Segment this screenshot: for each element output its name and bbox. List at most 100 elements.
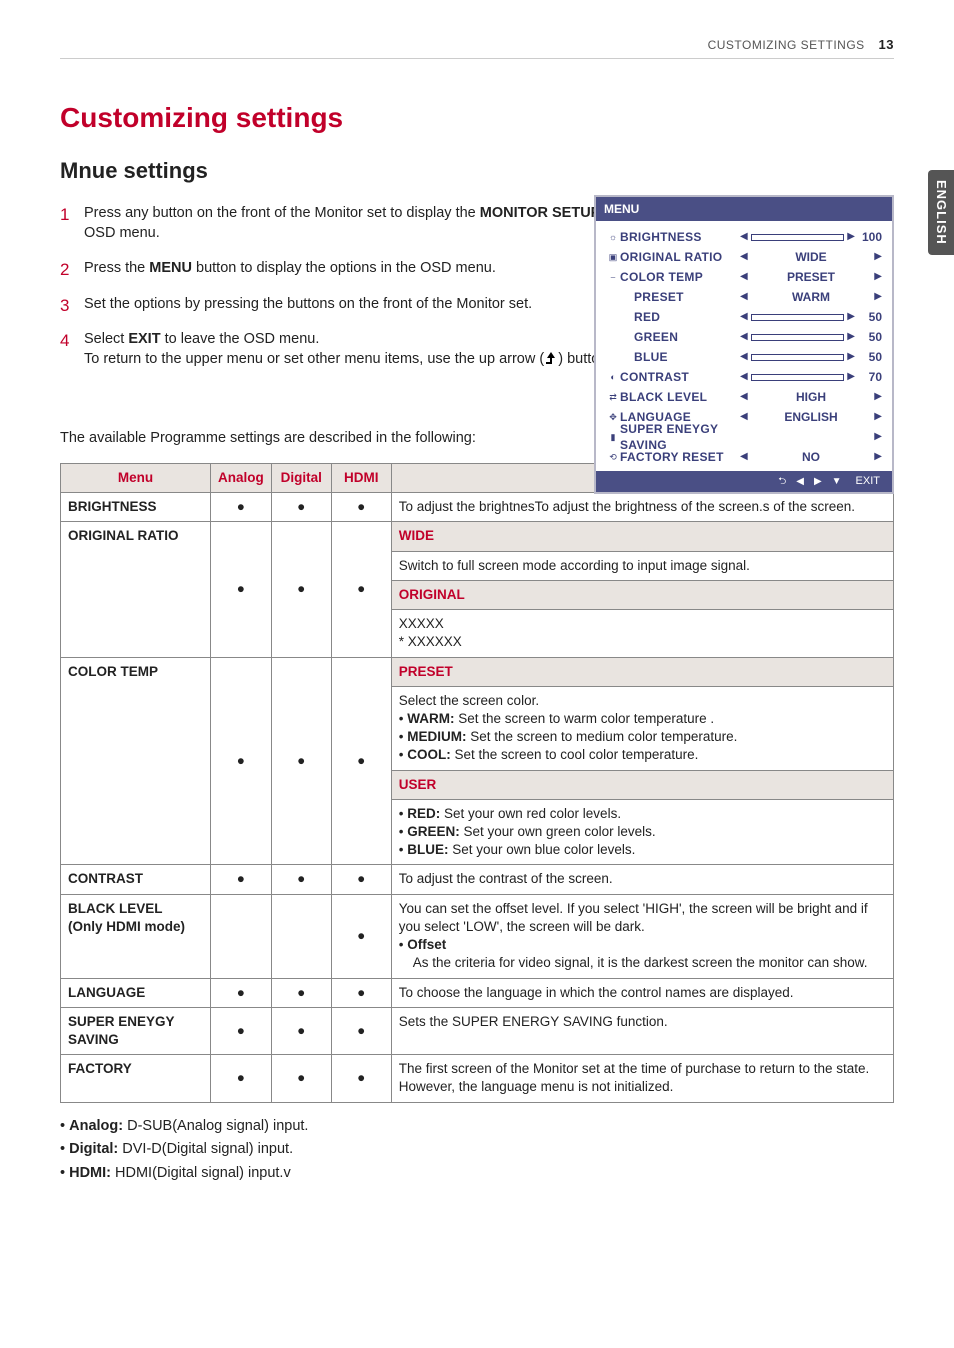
osd-row: PRESET◀WARM▶: [606, 287, 882, 307]
row-original-ratio: ORIGINAL RATIO ● ● ● WIDE: [61, 522, 894, 551]
osd-row-label: BLACK LEVEL: [620, 389, 740, 405]
osd-value: WIDE: [748, 249, 875, 265]
page-number: 13: [879, 37, 894, 52]
table-footnotes: Analog: D-SUB(Analog signal) input. Digi…: [60, 1117, 894, 1184]
osd-row-control: ▶: [740, 430, 882, 444]
osd-row-control: ◀WARM▶: [740, 289, 882, 305]
osd-value: NO: [748, 449, 875, 465]
osd-row-control: ◀▶100: [740, 229, 882, 245]
settings-table: Menu Analog Digital HDMI Description BRI…: [60, 463, 894, 1103]
osd-row: ▣ORIGINAL RATIO◀WIDE▶: [606, 247, 882, 267]
step-number: 3: [60, 295, 69, 318]
osd-slider: [751, 374, 845, 381]
right-arrow-icon: ▶: [847, 330, 855, 344]
osd-row-icon: ✥: [606, 411, 620, 423]
osd-row-icon: ⟲: [606, 451, 620, 463]
osd-row-label: FACTORY RESET: [620, 449, 740, 465]
row-color-temp: COLOR TEMP ● ● ● PRESET: [61, 657, 894, 686]
osd-row: RED◀▶50: [606, 307, 882, 327]
instruction-steps: 1 Press any button on the front of the M…: [60, 204, 620, 369]
osd-row-label: GREEN: [620, 329, 740, 345]
step-2: 2 Press the MENU button to display the o…: [60, 259, 620, 279]
osd-row: ⇄BLACK LEVEL◀HIGH▶: [606, 387, 882, 407]
left-arrow-icon: ◀: [740, 450, 748, 464]
osd-row: ◐CONTRAST◀▶70: [606, 367, 882, 387]
osd-value: 50: [858, 349, 882, 365]
footnote-analog: Analog: D-SUB(Analog signal) input.: [60, 1117, 894, 1137]
right-arrow-icon: ▶: [874, 250, 882, 264]
row-factory: FACTORY ●●● The first screen of the Moni…: [61, 1055, 894, 1102]
row-black-level: BLACK LEVEL(Only HDMI mode) ● You can se…: [61, 894, 894, 978]
row-brightness: BRIGHTNESS ●●● To adjust the brightnesTo…: [61, 493, 894, 522]
left-arrow-icon: ◀: [740, 410, 748, 424]
step-number: 1: [60, 204, 69, 227]
osd-nav-down-icon: ▼: [832, 475, 842, 489]
step-number: 4: [60, 330, 69, 353]
osd-row-icon: ▣: [606, 251, 620, 263]
right-arrow-icon: ▶: [874, 430, 882, 444]
osd-slider: [751, 234, 845, 241]
col-analog: Analog: [211, 463, 272, 492]
osd-row-control: ◀ ▶50: [740, 309, 882, 325]
up-arrow-icon: [544, 351, 558, 365]
left-arrow-icon: ◀: [740, 310, 748, 324]
col-hdmi: HDMI: [331, 463, 391, 492]
osd-row: ⟲FACTORY RESET◀NO▶: [606, 447, 882, 467]
osd-row: ▮SUPER ENEYGY SAVING▶: [606, 427, 882, 447]
step-1: 1 Press any button on the front of the M…: [60, 204, 620, 243]
row-super-energy-saving: SUPER ENEYGYSAVING ●●● Sets the SUPER EN…: [61, 1007, 894, 1054]
row-language: LANGUAGE ●●● To choose the language in w…: [61, 978, 894, 1007]
osd-value: 50: [858, 309, 882, 325]
osd-row-control: ◀ENGLISH▶: [740, 409, 882, 425]
osd-value: HIGH: [748, 389, 875, 405]
osd-row-label: ORIGINAL RATIO: [620, 249, 740, 265]
osd-row-icon: ◐: [606, 371, 620, 383]
left-arrow-icon: ◀: [740, 270, 748, 284]
osd-row-icon: ☼: [606, 231, 620, 243]
osd-row-control: ◀HIGH▶: [740, 389, 882, 405]
osd-value: 50: [858, 329, 882, 345]
step-number: 2: [60, 259, 69, 282]
footnote-digital: Digital: DVI-D(Digital signal) input.: [60, 1140, 894, 1160]
osd-slider: [751, 314, 845, 321]
right-arrow-icon: ▶: [874, 390, 882, 404]
osd-nav-left-icon: ◀: [796, 475, 804, 489]
osd-row-label: BLUE: [620, 349, 740, 365]
osd-nav-back-icon: ⮌: [778, 475, 786, 489]
left-arrow-icon: ◀: [740, 390, 748, 404]
right-arrow-icon: ▶: [874, 270, 882, 284]
osd-row-label: CONTRAST: [620, 369, 740, 385]
osd-value: WARM: [748, 289, 875, 305]
right-arrow-icon: ▶: [874, 410, 882, 424]
osd-row: BLUE◀▶50: [606, 347, 882, 367]
left-arrow-icon: ◀: [740, 350, 748, 364]
osd-row-label: PRESET: [620, 289, 740, 305]
osd-nav-right-icon: ▶: [814, 475, 822, 489]
osd-row-control: ◀▶70: [740, 369, 882, 385]
osd-row: ☼BRIGHTNESS◀▶100: [606, 227, 882, 247]
left-arrow-icon: ◀: [740, 290, 748, 304]
osd-slider: [751, 354, 845, 361]
step-4: 4 Select EXIT to leave the OSD menu. To …: [60, 330, 620, 369]
osd-slider: [751, 334, 845, 341]
osd-row: ⎯COLOR TEMP◀PRESET▶: [606, 267, 882, 287]
page-title: Customizing settings: [60, 99, 894, 137]
right-arrow-icon: ▶: [874, 290, 882, 304]
osd-title: MENU: [596, 197, 892, 221]
osd-row-control: ◀NO▶: [740, 449, 882, 465]
osd-row-control: ◀▶50: [740, 349, 882, 365]
osd-value: PRESET: [748, 269, 875, 285]
header-text: CUSTOMIZING SETTINGS: [708, 38, 865, 52]
left-arrow-icon: ◀: [740, 370, 748, 384]
right-arrow-icon: ▶: [847, 230, 855, 244]
running-header: CUSTOMIZING SETTINGS 13: [60, 36, 894, 54]
osd-row-control: ◀PRESET▶: [740, 269, 882, 285]
osd-row-label: COLOR TEMP: [620, 269, 740, 285]
right-arrow-icon: ▶: [847, 310, 855, 324]
right-arrow-icon: ▶: [874, 450, 882, 464]
osd-row-control: ◀WIDE▶: [740, 249, 882, 265]
left-arrow-icon: ◀: [740, 230, 748, 244]
osd-exit-label: EXIT: [856, 474, 880, 489]
left-arrow-icon: ◀: [740, 250, 748, 264]
section-title: Mnue settings: [60, 156, 894, 186]
